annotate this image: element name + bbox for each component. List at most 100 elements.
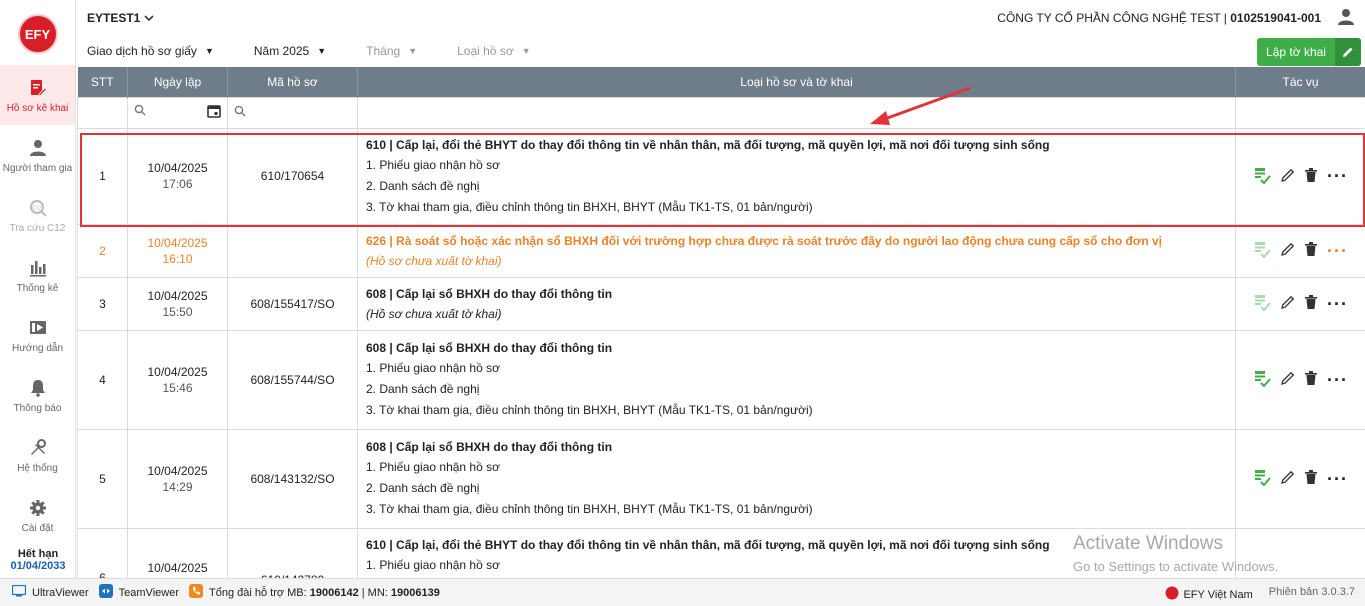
table-row[interactable]: 3 10/04/2025 15:50 608/155417/SO 608 | C… (77, 276, 1365, 331)
table-row[interactable]: 6 10/04/2025 610/142780 610 | Cấp lại, đ… (77, 527, 1365, 578)
export-check-icon[interactable] (1253, 166, 1271, 187)
column-header-date[interactable]: Ngày lập (127, 67, 228, 97)
row-stt: 2 (77, 223, 128, 278)
table-row[interactable]: 5 10/04/2025 14:29 608/143132/SO 608 | C… (77, 428, 1365, 529)
export-check-icon[interactable] (1253, 468, 1271, 489)
row-actions: ··· (1235, 329, 1365, 430)
row-actions (1235, 527, 1365, 578)
document-edit-icon (29, 77, 47, 99)
row-code: 610/142780 (227, 527, 358, 578)
edit-icon[interactable] (1281, 242, 1295, 259)
video-guide-icon (29, 317, 47, 339)
teamviewer-icon (98, 584, 113, 601)
delete-icon[interactable] (1305, 242, 1317, 259)
month-select[interactable]: Tháng ▼ (366, 44, 417, 58)
expiry-date: 01/04/2033 (10, 560, 66, 572)
transaction-type-select[interactable]: Giao dịch hồ sơ giấy ▼ (87, 44, 214, 58)
sidebar-item-notifications[interactable]: Thông báo (0, 365, 75, 425)
search-icon (228, 105, 246, 120)
row-code (227, 223, 358, 278)
column-header-stt: STT (77, 67, 128, 97)
row-date: 10/04/2025 14:29 (127, 428, 228, 529)
row-actions: ··· (1235, 127, 1365, 225)
row-description: 608 | Cấp lại sổ BHXH do thay đổi thông … (357, 428, 1236, 529)
sidebar-item-declarations[interactable]: Hồ sơ kê khai (0, 65, 75, 125)
svg-text:C12: C12 (32, 205, 41, 211)
ultraviewer-link[interactable]: UltraViewer (11, 584, 89, 600)
efy-small-logo (1165, 586, 1179, 603)
row-stt: 3 (77, 276, 128, 331)
user-icon[interactable] (1337, 8, 1355, 29)
delete-icon[interactable] (1305, 371, 1317, 388)
delete-icon[interactable] (1305, 167, 1317, 185)
sidebar-item-statistics[interactable]: Thống kê (0, 245, 75, 305)
pencil-icon (1335, 38, 1361, 66)
calendar-icon[interactable] (207, 104, 221, 121)
caret-down-icon: ▼ (204, 46, 214, 56)
row-stt: 4 (77, 329, 128, 430)
sidebar: EFY Hồ sơ kê khai Người tham gia C12 Tra… (0, 0, 76, 578)
year-select[interactable]: Năm 2025 ▼ (254, 44, 326, 58)
sidebar-item-participants[interactable]: Người tham gia (0, 125, 75, 185)
row-description: 608 | Cấp lại sổ BHXH do thay đổi thông … (357, 276, 1236, 331)
column-header-code[interactable]: Mã hồ sơ (227, 67, 358, 97)
row-code: 608/155417/SO (227, 276, 358, 331)
teamviewer-link[interactable]: TeamViewer (98, 584, 179, 601)
record-type-select[interactable]: Loại hồ sơ ▼ (457, 44, 531, 58)
company-info: CÔNG TY CỔ PHẦN CÔNG NGHỆ TEST | 0102519… (997, 8, 1355, 29)
expiry-label: Hết hạn (17, 548, 59, 560)
more-options-icon[interactable]: ··· (1327, 242, 1348, 260)
edit-icon[interactable] (1281, 295, 1295, 312)
edit-icon[interactable] (1281, 371, 1295, 388)
filter-row (77, 96, 1365, 129)
phone-icon (188, 584, 203, 601)
row-description: 608 | Cấp lại sổ BHXH do thay đổi thông … (357, 329, 1236, 430)
sidebar-item-settings[interactable]: Cài đặt (0, 485, 75, 545)
row-description: 610 | Cấp lại, đổi thẻ BHYT do thay đổi … (357, 127, 1236, 225)
caret-down-icon: ▼ (317, 46, 327, 56)
table-row[interactable]: 4 10/04/2025 15:46 608/155744/SO 608 | C… (77, 329, 1365, 430)
edit-icon[interactable] (1281, 470, 1295, 487)
hotline-info: Tổng đài hỗ trợ MB: 19006142 | MN: 19006… (188, 584, 440, 601)
bar-chart-icon (29, 257, 47, 279)
account-selector[interactable]: EYTEST1 (87, 11, 154, 25)
bell-icon (29, 377, 47, 399)
efy-logo[interactable]: EFY (17, 14, 58, 54)
row-actions: ··· (1235, 223, 1365, 278)
row-description: 626 | Rà soát sổ hoặc xác nhận sổ BHXH đ… (357, 223, 1236, 278)
company-name: CÔNG TY CỔ PHẦN CÔNG NGHỆ TEST | (997, 11, 1231, 25)
version-label: Phiên bản 3.0.3.7 (1268, 586, 1355, 598)
date-filter[interactable] (127, 96, 228, 129)
code-filter[interactable] (227, 96, 358, 129)
row-stt: 5 (77, 428, 128, 529)
gear-icon (29, 497, 47, 519)
export-check-icon[interactable] (1253, 240, 1271, 261)
create-declaration-button[interactable]: Lập tờ khai (1257, 38, 1361, 66)
edit-icon[interactable] (1281, 168, 1295, 185)
table-row[interactable]: 1 10/04/2025 17:06 610/170654 610 | Cấp … (77, 127, 1365, 225)
search-icon (134, 104, 146, 121)
delete-icon[interactable] (1305, 470, 1317, 487)
more-options-icon[interactable]: ··· (1327, 167, 1348, 185)
more-options-icon[interactable]: ··· (1327, 295, 1348, 313)
column-header-actions: Tác vụ (1235, 67, 1365, 97)
row-date: 10/04/2025 17:06 (127, 127, 228, 225)
more-options-icon[interactable]: ··· (1327, 371, 1348, 389)
row-actions: ··· (1235, 428, 1365, 529)
caret-down-icon: ▼ (521, 46, 531, 56)
export-check-icon[interactable] (1253, 293, 1271, 314)
annotation-arrow (870, 86, 971, 125)
delete-icon[interactable] (1305, 295, 1317, 312)
top-bar: EYTEST1 CÔNG TY CỔ PHẦN CÔNG NGHỆ TEST |… (77, 0, 1365, 36)
search-c12-icon: C12 (29, 197, 47, 219)
table-row[interactable]: 2 10/04/2025 16:10 626 | Rà soát sổ hoặc… (77, 223, 1365, 278)
tax-code: 0102519041-001 (1230, 11, 1321, 25)
sidebar-item-guide[interactable]: Hướng dẫn (0, 305, 75, 365)
sidebar-item-system[interactable]: Hệ thống (0, 425, 75, 485)
sidebar-item-c12[interactable]: C12 Tra cứu C12 (0, 185, 75, 245)
ultraviewer-icon (11, 584, 27, 600)
export-check-icon[interactable] (1253, 369, 1271, 390)
expiry-info: Hết hạn 01/04/2033 (0, 548, 76, 572)
more-options-icon[interactable]: ··· (1327, 470, 1348, 488)
row-code: 608/155744/SO (227, 329, 358, 430)
